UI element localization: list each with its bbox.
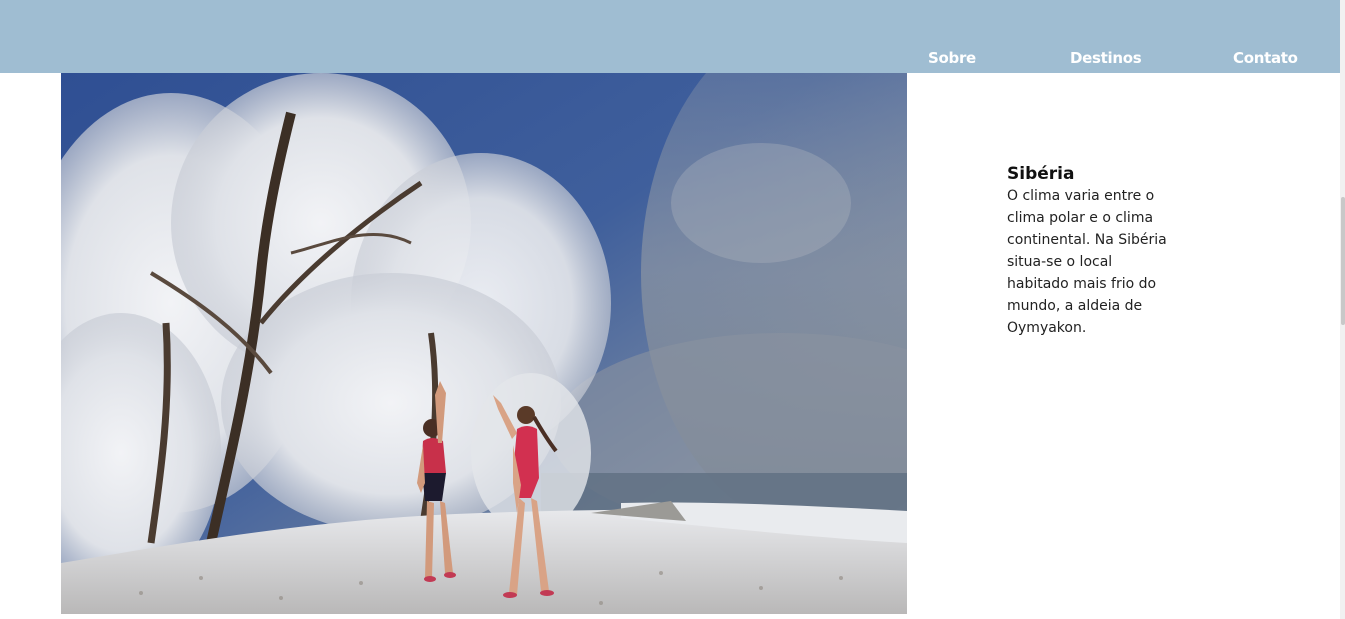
destination-title: Sibéria bbox=[1007, 164, 1075, 184]
scrollbar-thumb[interactable] bbox=[1341, 197, 1345, 325]
nav-link-destinos[interactable]: Destinos bbox=[1070, 48, 1142, 68]
destination-description: O clima varia entre o clima polar e o cl… bbox=[1007, 188, 1167, 336]
nav-link-sobre[interactable]: Sobre bbox=[928, 48, 976, 68]
destination-photo bbox=[61, 73, 907, 614]
destination-info: Sibéria O clima varia entre o clima pola… bbox=[1007, 163, 1182, 339]
site-header: Sobre Destinos Contato bbox=[0, 0, 1340, 73]
nav-link-contato[interactable]: Contato bbox=[1233, 48, 1298, 68]
